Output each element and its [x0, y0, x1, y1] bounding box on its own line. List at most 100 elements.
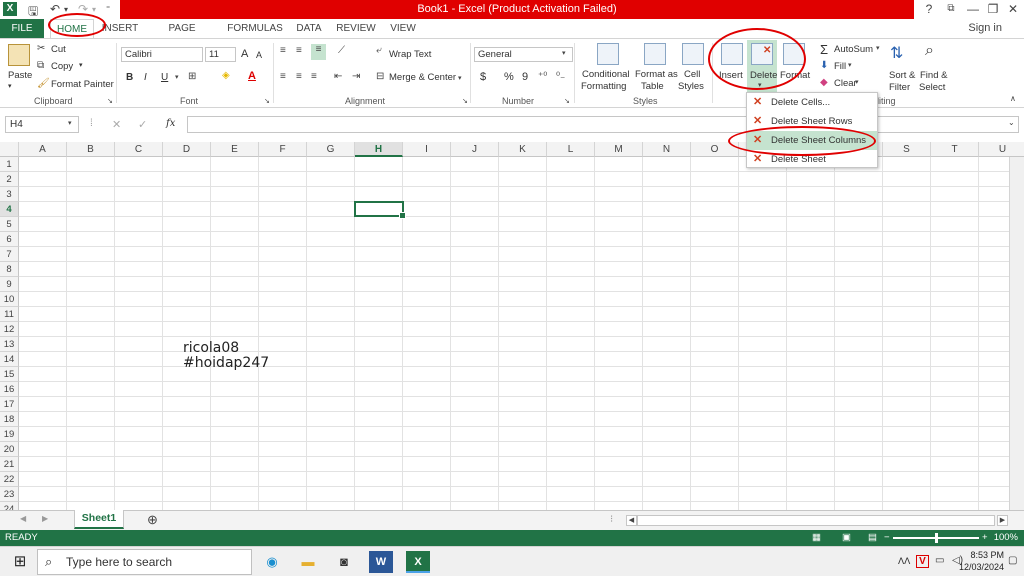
- row-header-17[interactable]: 17: [0, 397, 19, 412]
- row-header-22[interactable]: 22: [0, 472, 19, 487]
- delete-dropdown-icon[interactable]: ▾: [758, 81, 762, 89]
- file-explorer-icon[interactable]: ▬: [296, 551, 320, 573]
- decrease-indent-icon[interactable]: ⇤: [334, 71, 342, 82]
- font-name-box[interactable]: Calibri: [121, 47, 203, 62]
- column-header-u[interactable]: U: [979, 142, 1024, 157]
- number-format-box[interactable]: General: [474, 47, 573, 62]
- row-header-1[interactable]: 1: [0, 157, 19, 172]
- format-button[interactable]: Format: [780, 70, 810, 81]
- row-header-16[interactable]: 16: [0, 382, 19, 397]
- scroll-right-icon[interactable]: ▶: [997, 515, 1008, 526]
- merge-center-button[interactable]: Merge & Center: [389, 72, 456, 83]
- column-header-f[interactable]: F: [259, 142, 307, 157]
- percent-button[interactable]: %: [504, 71, 514, 83]
- column-header-c[interactable]: C: [115, 142, 163, 157]
- fill-button[interactable]: Fill: [834, 61, 846, 72]
- underline-dropdown-icon[interactable]: ▾: [175, 73, 179, 81]
- column-header-s[interactable]: S: [883, 142, 931, 157]
- tab-split-handle-icon[interactable]: ⁝: [610, 514, 613, 525]
- row-header-9[interactable]: 9: [0, 277, 19, 292]
- column-header-i[interactable]: I: [403, 142, 451, 157]
- row-header-20[interactable]: 20: [0, 442, 19, 457]
- insert-function-button[interactable]: fx: [166, 118, 175, 129]
- taskbar-clock[interactable]: 8:53 PM 12/03/2024: [959, 549, 1004, 573]
- horizontal-scrollbar[interactable]: [637, 515, 995, 526]
- font-size-box[interactable]: 11: [205, 47, 236, 62]
- new-sheet-button[interactable]: ⊕: [147, 512, 158, 528]
- comma-style-button[interactable]: 9: [522, 71, 528, 83]
- grow-font-button[interactable]: A: [241, 48, 248, 60]
- clear-dropdown-icon[interactable]: ▾: [855, 78, 859, 86]
- expand-formula-bar-icon[interactable]: ⌄: [1008, 118, 1015, 127]
- zoom-in-button[interactable]: +: [982, 530, 988, 546]
- customize-qat-icon[interactable]: ⁼: [106, 4, 110, 13]
- camera-icon[interactable]: ◙: [332, 551, 356, 573]
- increase-decimal-icon[interactable]: ⁺⁰: [538, 71, 547, 82]
- tab-insert[interactable]: INSERT: [100, 19, 140, 38]
- ribbon-display-button[interactable]: ⧉: [940, 1, 962, 17]
- vpn-tray-icon[interactable]: V: [916, 555, 929, 568]
- column-header-g[interactable]: G: [307, 142, 355, 157]
- decrease-decimal-icon[interactable]: ⁰₋: [556, 71, 565, 82]
- prev-sheet-icon[interactable]: ◀: [20, 514, 26, 523]
- column-header-h[interactable]: H: [355, 142, 403, 157]
- sort-filter-line1[interactable]: Sort &: [889, 70, 915, 81]
- row-header-14[interactable]: 14: [0, 352, 19, 367]
- minimize-button[interactable]: —: [962, 1, 984, 17]
- select-all-corner[interactable]: [0, 142, 19, 157]
- copy-button[interactable]: Copy: [51, 61, 73, 72]
- cut-button[interactable]: Cut: [51, 44, 66, 55]
- clipboard-launcher-icon[interactable]: ↘: [107, 97, 113, 105]
- redo-icon[interactable]: ↷: [78, 2, 88, 16]
- windows-start-icon[interactable]: ⊞: [8, 551, 32, 573]
- column-header-d[interactable]: D: [163, 142, 211, 157]
- row-header-8[interactable]: 8: [0, 262, 19, 277]
- format-painter-button[interactable]: Format Painter: [51, 79, 114, 90]
- fill-color-icon[interactable]: ◈: [222, 70, 230, 81]
- format-as-table-line2[interactable]: Table: [641, 81, 664, 92]
- fill-dropdown-icon[interactable]: ▾: [848, 61, 852, 69]
- row-header-5[interactable]: 5: [0, 217, 19, 232]
- increase-indent-icon[interactable]: ⇥: [352, 71, 360, 82]
- vertical-scrollbar[interactable]: [1009, 157, 1024, 510]
- find-select-line1[interactable]: Find &: [920, 70, 947, 81]
- sheet-tab-sheet1[interactable]: Sheet1: [74, 510, 124, 529]
- sort-filter-icon[interactable]: ⇅: [890, 43, 903, 63]
- conditional-formatting-icon[interactable]: [597, 43, 619, 65]
- tab-home[interactable]: HOME: [50, 19, 94, 38]
- close-button[interactable]: ✕: [1002, 1, 1024, 17]
- merge-dropdown-icon[interactable]: ▾: [458, 74, 462, 82]
- enter-button[interactable]: ✓: [138, 118, 147, 131]
- number-launcher-icon[interactable]: ↘: [564, 97, 570, 105]
- insert-button[interactable]: Insert: [719, 70, 743, 81]
- shrink-font-button[interactable]: A: [256, 50, 262, 60]
- clear-button[interactable]: Clear: [834, 78, 857, 89]
- row-header-7[interactable]: 7: [0, 247, 19, 262]
- format-as-table-line1[interactable]: Format as: [635, 69, 678, 80]
- undo-dropdown-icon[interactable]: ▾: [64, 5, 68, 14]
- excel-taskbar-icon[interactable]: X: [406, 551, 430, 573]
- zoom-slider-thumb[interactable]: [935, 533, 938, 543]
- delete-button[interactable]: Delete: [750, 70, 777, 81]
- row-header-12[interactable]: 12: [0, 322, 19, 337]
- number-format-dropdown-icon[interactable]: ▾: [562, 49, 566, 57]
- row-header-24[interactable]: 24: [0, 502, 19, 510]
- column-header-a[interactable]: A: [19, 142, 67, 157]
- tab-formulas[interactable]: FORMULAS: [226, 19, 284, 38]
- name-box-dropdown-icon[interactable]: ▾: [68, 119, 72, 127]
- align-center-icon[interactable]: ≡: [296, 71, 302, 82]
- paste-dropdown-icon[interactable]: ▾: [8, 82, 12, 90]
- tab-file[interactable]: FILE: [0, 19, 44, 38]
- conditional-formatting-line2[interactable]: Formatting: [581, 81, 626, 92]
- tab-page-layout[interactable]: PAGE LAYOUT: [148, 19, 216, 53]
- cell-styles-icon[interactable]: [682, 43, 704, 65]
- menu-item-delete-cells[interactable]: ✕ Delete Cells...: [747, 93, 877, 112]
- word-icon[interactable]: W: [369, 551, 393, 573]
- wrap-text-button[interactable]: Wrap Text: [389, 49, 431, 60]
- menu-item-delete-sheet-columns[interactable]: ✕ Delete Sheet Columns: [747, 131, 877, 150]
- cell-styles-line1[interactable]: Cell: [684, 69, 700, 80]
- row-header-18[interactable]: 18: [0, 412, 19, 427]
- borders-icon[interactable]: ⊞: [188, 71, 196, 82]
- align-right-icon[interactable]: ≡: [311, 71, 317, 82]
- row-header-13[interactable]: 13: [0, 337, 19, 352]
